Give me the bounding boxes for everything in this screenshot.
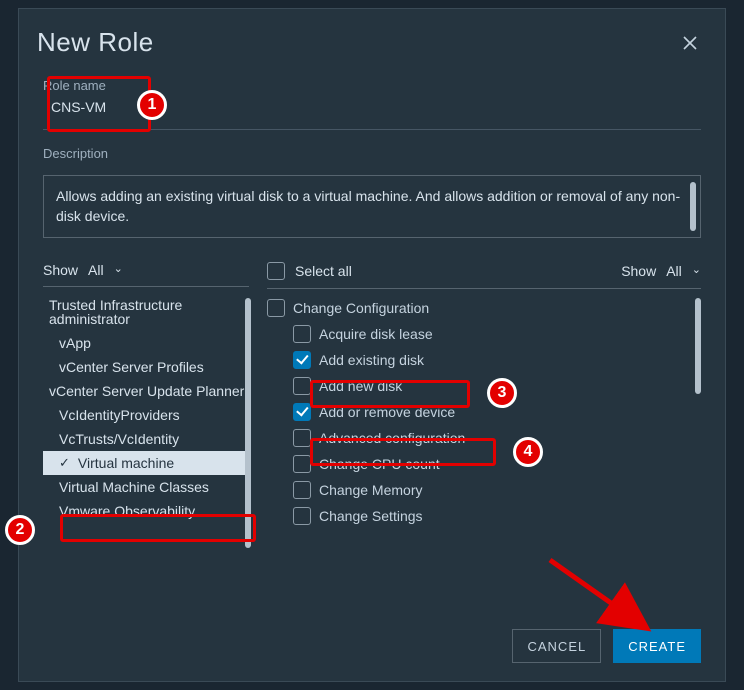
show-label: Show — [621, 263, 656, 279]
category-item[interactable]: vCenter Server Update Planner — [43, 379, 249, 403]
category-label: vCenter Server Update Planner — [49, 383, 244, 399]
privilege-item[interactable]: Add or remove device — [267, 399, 701, 425]
create-button[interactable]: CREATE — [613, 629, 701, 663]
chevron-down-icon: ⌄ — [692, 263, 701, 276]
privilege-item[interactable]: Change Settings — [267, 503, 701, 529]
category-item[interactable]: vCenter Server Profiles — [43, 355, 249, 379]
role-name-label: Role name — [43, 78, 701, 93]
select-all-label: Select all — [295, 263, 352, 279]
dialog-title: New Role — [37, 27, 154, 58]
close-icon[interactable] — [679, 32, 701, 54]
category-label: VcIdentityProviders — [59, 407, 180, 423]
checkbox-icon — [267, 299, 285, 317]
checkbox-icon — [293, 403, 311, 421]
privilege-label: Advanced configuration — [319, 430, 465, 446]
checkbox-icon — [293, 455, 311, 473]
category-item[interactable]: vApp — [43, 331, 249, 355]
category-item[interactable]: VcIdentityProviders — [43, 403, 249, 427]
role-name-field: Role name CNS-VM — [19, 68, 725, 129]
checkbox-icon — [267, 262, 285, 280]
dialog-header: New Role — [19, 9, 725, 68]
scrollbar-thumb[interactable] — [695, 298, 701, 394]
privilege-item[interactable]: Change Memory — [267, 477, 701, 503]
category-label: Virtual machine — [78, 456, 174, 470]
checkbox-icon — [293, 481, 311, 499]
category-label: vApp — [59, 335, 91, 351]
privilege-group[interactable]: Change Configuration — [267, 295, 701, 321]
privilege-label: Add new disk — [319, 378, 402, 394]
checkbox-icon — [293, 377, 311, 395]
show-value: All — [666, 263, 682, 279]
scrollbar-thumb[interactable] — [245, 298, 251, 548]
privilege-label: Change Memory — [319, 482, 423, 498]
privilege-group-label: Change Configuration — [293, 300, 429, 316]
privilege-item[interactable]: Add new disk — [267, 373, 701, 399]
privilege-label: Add or remove device — [319, 404, 455, 420]
select-all-checkbox[interactable]: Select all — [267, 262, 352, 280]
privilege-label: Acquire disk lease — [319, 326, 433, 342]
check-icon: ✓ — [59, 456, 70, 469]
scrollbar-thumb[interactable] — [690, 182, 696, 231]
category-item[interactable]: VcTrusts/VcIdentity — [43, 427, 249, 451]
privilege-item[interactable]: Advanced configuration — [267, 425, 701, 451]
category-item[interactable]: Vmware Observability — [43, 499, 249, 523]
category-item[interactable]: Virtual Machine Classes — [43, 475, 249, 499]
show-value: All — [88, 262, 104, 278]
checkbox-icon — [293, 507, 311, 525]
description-label: Description — [43, 146, 701, 161]
checkbox-icon — [293, 325, 311, 343]
category-item[interactable]: Trusted Infrastructure administrator — [43, 293, 249, 331]
category-item[interactable]: ✓ Virtual machine — [43, 451, 249, 475]
category-label: Virtual Machine Classes — [59, 479, 209, 495]
chevron-down-icon: ⌄ — [114, 262, 123, 275]
description-text: Allows adding an existing virtual disk t… — [56, 188, 680, 224]
cancel-button[interactable]: CANCEL — [512, 629, 601, 663]
checkbox-icon — [293, 429, 311, 447]
right-show-filter[interactable]: Show All ⌄ — [621, 263, 701, 279]
left-show-filter[interactable]: Show All ⌄ — [43, 262, 249, 287]
checkbox-icon — [293, 351, 311, 369]
new-role-dialog: New Role Role name CNS-VM Description Al… — [18, 8, 726, 682]
privilege-item[interactable]: Acquire disk lease — [267, 321, 701, 347]
description-textarea[interactable]: Allows adding an existing virtual disk t… — [43, 175, 701, 238]
privilege-label: Change Settings — [319, 508, 423, 524]
category-pane: Show All ⌄ Trusted Infrastructure admini… — [43, 262, 249, 558]
category-label: Vmware Observability — [59, 503, 195, 519]
privilege-item[interactable]: Add existing disk — [267, 347, 701, 373]
dialog-footer: CANCEL CREATE — [512, 629, 701, 663]
privilege-pane: Select all Show All ⌄ Change Configurati… — [267, 262, 701, 558]
role-name-value[interactable]: CNS-VM — [43, 97, 701, 121]
privilege-label: Add existing disk — [319, 352, 424, 368]
show-label: Show — [43, 262, 78, 278]
category-label: vCenter Server Profiles — [59, 359, 204, 375]
category-label: VcTrusts/VcIdentity — [59, 431, 179, 447]
privilege-item[interactable]: Change CPU count — [267, 451, 701, 477]
category-label: Trusted Infrastructure administrator — [49, 297, 182, 327]
privilege-label: Change CPU count — [319, 456, 440, 472]
